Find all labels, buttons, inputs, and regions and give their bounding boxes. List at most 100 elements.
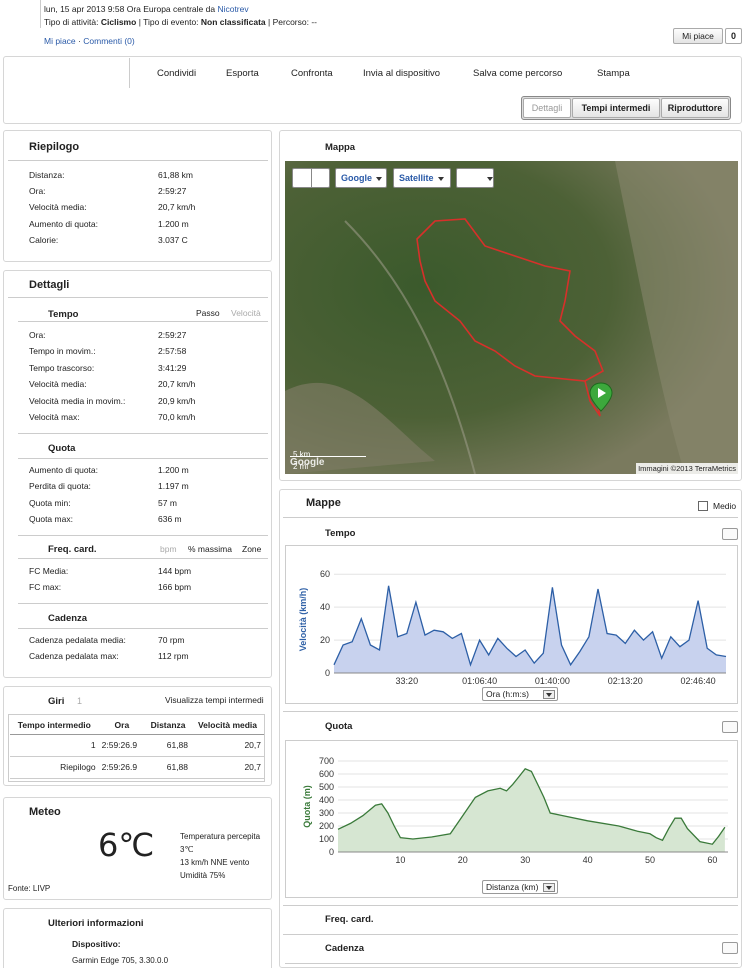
divider — [283, 517, 738, 518]
table-row: 1 2:59:26.9 61,88 20,7 — [10, 734, 264, 757]
summary-title: Riepilogo — [29, 141, 80, 153]
hr-percent-max-toggle[interactable]: % massima — [188, 544, 232, 554]
map-type-google-label: Google — [341, 173, 372, 183]
feels-like-value: 3℃ — [180, 845, 194, 854]
divider — [18, 603, 268, 604]
chevron-down-icon — [543, 690, 555, 699]
tab-splits[interactable]: Tempi intermedi — [572, 98, 660, 118]
activity-type-label: Tipo di attività: — [44, 17, 99, 27]
map-type-google-button[interactable]: Google — [335, 168, 387, 188]
x-tick-label: 50 — [645, 855, 655, 865]
row-value: 636 m — [158, 514, 182, 525]
row-value: 3.037 C — [158, 234, 188, 245]
row-label: Ora: — [29, 186, 46, 197]
elevation-x-axis-select-label: Distanza (km) — [486, 882, 539, 892]
lap-time: 2:59:26.9 — [98, 756, 146, 779]
row-value: 166 bpm — [158, 582, 192, 593]
divider — [285, 963, 738, 964]
weather-source: Fonte: LIVP — [8, 884, 51, 893]
y-tick-label: 300 — [319, 808, 334, 818]
average-label: Medio — [713, 501, 737, 511]
x-tick-label: 02:46:40 — [681, 676, 716, 686]
map-zoom-control[interactable] — [292, 168, 330, 188]
separator — [311, 169, 312, 187]
device-value: Garmin Edge 705, 3.30.0.0 — [72, 956, 169, 965]
time-section-title: Tempo — [48, 309, 79, 320]
row-label: Cadenza pedalata media: — [29, 635, 126, 645]
row-value: 70,0 km/h — [158, 412, 196, 422]
activity-type-value: Ciclismo — [100, 17, 137, 27]
table-row: Riepilogo 2:59:26.9 61,88 20,7 — [10, 756, 264, 779]
row-label: Tempo trascorso: — [29, 362, 95, 373]
print-button[interactable]: Stampa — [597, 68, 630, 79]
elevation-chart-toggle[interactable] — [722, 721, 738, 733]
laps-col-distance[interactable]: Distanza — [145, 716, 192, 735]
elevation-x-axis-select[interactable]: Distanza (km) — [482, 880, 558, 894]
header-divider — [40, 0, 41, 28]
cadence-chart-title: Cadenza — [325, 943, 365, 954]
satellite-map[interactable] — [285, 161, 738, 474]
map-layers-button[interactable] — [456, 168, 494, 188]
y-axis-label: Velocità (km/h) — [298, 588, 308, 652]
view-splits-link[interactable]: Visualizza tempi intermedi — [165, 695, 264, 705]
activity-user-link[interactable]: Nicotrev — [217, 4, 248, 14]
speed-chart-title: Tempo — [325, 528, 356, 539]
export-button[interactable]: Esporta — [226, 68, 259, 79]
activity-date: lun, 15 apr 2013 9:58 Ora Europa central… — [44, 4, 216, 14]
x-tick-label: 33:20 — [396, 676, 419, 686]
row-label: Ora: — [29, 330, 46, 340]
y-tick-label: 700 — [319, 756, 334, 766]
row-label: Velocità media in movim.: — [29, 395, 126, 406]
share-button[interactable]: Condividi — [157, 68, 196, 79]
row-label: Cadenza pedalata max: — [29, 651, 119, 662]
divider — [18, 558, 268, 559]
tab-player[interactable]: Riproduttore — [661, 98, 729, 118]
laps-col-avg-speed[interactable]: Velocità media — [191, 716, 264, 735]
row-value: 1.200 m — [158, 218, 189, 229]
divider — [283, 934, 738, 935]
event-type-value: Non classificata — [200, 17, 266, 27]
row-value: 20,7 km/h — [158, 379, 196, 390]
y-axis-label: Quota (m) — [302, 785, 312, 828]
row-label: Velocità max: — [29, 412, 80, 422]
like-button[interactable]: Mi piace — [673, 28, 723, 44]
row-label: Calorie: — [29, 234, 59, 245]
speed-toggle[interactable]: Velocità — [231, 308, 261, 318]
x-tick-label: 20 — [458, 855, 468, 865]
laps-col-time[interactable]: Ora — [98, 716, 146, 735]
divider — [8, 160, 268, 161]
hr-bpm-toggle[interactable]: bpm — [160, 544, 177, 554]
like-count: 0 — [725, 28, 742, 44]
send-to-device-button[interactable]: Invia al dispositivo — [363, 68, 440, 79]
tab-details[interactable]: Dettagli — [523, 98, 571, 118]
average-checkbox[interactable] — [698, 501, 708, 511]
y-tick-label: 500 — [319, 782, 334, 792]
x-tick-label: 02:13:20 — [608, 676, 643, 686]
pace-toggle[interactable]: Passo — [196, 308, 220, 318]
cadence-chart-toggle[interactable] — [722, 942, 738, 954]
lap-distance: 61,88 — [145, 734, 192, 757]
map-type-satellite-button[interactable]: Satellite — [393, 168, 451, 188]
device-label: Dispositivo: — [72, 939, 121, 949]
row-value: 70 rpm — [158, 635, 185, 645]
laps-col-split[interactable]: Tempo intermedio — [10, 716, 99, 735]
like-link[interactable]: Mi piace — [44, 36, 76, 46]
speed-x-axis-select[interactable]: Ora (h:m:s) — [482, 687, 558, 701]
hr-zones-toggle[interactable]: Zone — [242, 544, 261, 554]
comments-link[interactable]: Commenti (0) — [83, 36, 134, 46]
row-value: 2:57:58 — [158, 346, 187, 357]
divider — [283, 905, 738, 906]
speed-chart-toggle[interactable] — [722, 528, 738, 540]
elevation-section-title: Quota — [48, 443, 76, 454]
row-value: 2:59:27 — [158, 186, 187, 197]
map-view[interactable]: Google Satellite 5 km 2 mi Google Immagi… — [285, 161, 738, 474]
series-area — [338, 768, 725, 852]
elevation-chart: 0 100 200 300 400 500 600 700 10 20 30 40 50 60 Quota … — [302, 756, 728, 865]
row-value: 112 rpm — [158, 651, 189, 662]
compare-button[interactable]: Confronta — [291, 68, 333, 79]
lap-avg-speed: 20,7 — [191, 756, 264, 779]
google-logo: Google — [290, 457, 325, 468]
row-value: 3:41:29 — [158, 362, 187, 373]
save-as-route-button[interactable]: Salva come percorso — [473, 68, 562, 79]
row-value: 2:59:27 — [158, 330, 187, 340]
